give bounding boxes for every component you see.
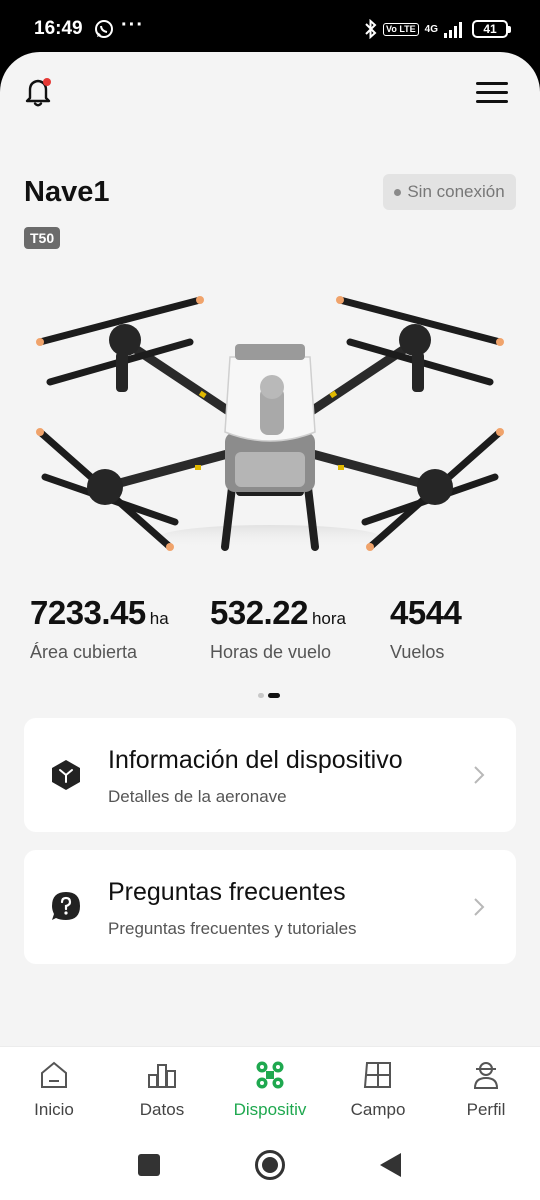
connection-status-text: Sin conexión xyxy=(407,182,505,201)
question-bubble-icon xyxy=(52,892,80,920)
bottom-navigation: Inicio Datos Dispositiv Campo Perfil xyxy=(0,1046,540,1130)
more-notifications-icon: ··· xyxy=(121,14,144,36)
network-type: 4G xyxy=(424,23,438,35)
status-dot-icon xyxy=(394,188,402,196)
signal-icon xyxy=(444,22,462,38)
card-subtitle: Preguntas frecuentes y tutoriales xyxy=(108,919,357,938)
device-screen: Nave1 T50 Sin conexión 7233.45 ha Área c… xyxy=(0,52,540,1130)
stat-label: Vuelos xyxy=(390,642,445,662)
bell-icon[interactable] xyxy=(24,76,54,108)
agricultural-drone-image xyxy=(36,296,504,551)
faq-card[interactable]: Preguntas frecuentes Preguntas frecuente… xyxy=(24,850,516,964)
home-icon xyxy=(41,1061,67,1088)
stat-area: 7233.45 ha Área cubierta xyxy=(30,594,169,663)
volte-badge: Vo LTE xyxy=(382,22,419,36)
profile-icon xyxy=(473,1062,499,1089)
page-dot[interactable] xyxy=(258,693,264,698)
nav-item-inicio[interactable]: Inicio xyxy=(0,1047,108,1131)
nav-label: Perfil xyxy=(466,1100,506,1119)
connection-status-badge: Sin conexión xyxy=(383,174,516,210)
whatsapp-icon xyxy=(95,20,113,38)
card-title: Información del dispositivo xyxy=(108,746,403,774)
nav-item-perfil[interactable]: Perfil xyxy=(432,1047,540,1131)
device-info-card[interactable]: Información del dispositivo Detalles de … xyxy=(24,718,516,832)
bar-chart-icon xyxy=(148,1064,176,1088)
nav-item-datos[interactable]: Datos xyxy=(108,1047,216,1131)
stat-flight-hours: 532.22 hora Horas de vuelo xyxy=(210,594,346,663)
chevron-right-icon xyxy=(474,898,485,916)
status-bar: 16:49 ··· Vo LTE 4G 41 xyxy=(0,0,540,58)
nav-label: Datos xyxy=(139,1100,185,1119)
nav-item-campo[interactable]: Campo xyxy=(324,1047,432,1131)
page-indicator xyxy=(258,693,280,698)
page-dot-active[interactable] xyxy=(268,693,280,698)
nav-label: Campo xyxy=(350,1100,406,1119)
chevron-right-icon xyxy=(474,766,485,784)
hamburger-icon[interactable] xyxy=(476,82,508,106)
recent-apps-button[interactable] xyxy=(138,1154,160,1176)
nav-label: Inicio xyxy=(34,1100,74,1119)
system-navigation-bar xyxy=(0,1130,540,1200)
home-button[interactable] xyxy=(255,1150,285,1180)
nav-item-dispositivo[interactable]: Dispositiv xyxy=(216,1047,324,1131)
stat-value: 7233.45 xyxy=(30,594,146,631)
device-name: Nave1 xyxy=(24,176,110,208)
stat-label: Área cubierta xyxy=(30,642,138,662)
back-button[interactable] xyxy=(380,1153,401,1177)
stat-unit: hora xyxy=(311,609,346,628)
stat-value: 532.22 xyxy=(210,594,308,631)
field-map-icon xyxy=(363,1062,391,1088)
bluetooth-icon xyxy=(365,19,377,39)
model-badge: T50 xyxy=(24,227,61,249)
stat-flights: 4544 Vuelos xyxy=(390,594,465,663)
stat-unit: ha xyxy=(149,609,169,628)
drone-icon xyxy=(256,1061,284,1089)
battery-icon: 41 xyxy=(472,20,511,38)
cube-icon xyxy=(52,760,80,790)
stat-label: Horas de vuelo xyxy=(210,642,332,662)
flight-stats: 7233.45 ha Área cubierta 532.22 hora Horas… xyxy=(0,594,540,674)
card-subtitle: Detalles de la aeronave xyxy=(108,787,287,806)
status-time: 16:49 xyxy=(34,18,83,39)
stat-value: 4544 xyxy=(390,594,462,631)
nav-label: Dispositiv xyxy=(233,1100,307,1119)
card-title: Preguntas frecuentes xyxy=(108,878,346,906)
